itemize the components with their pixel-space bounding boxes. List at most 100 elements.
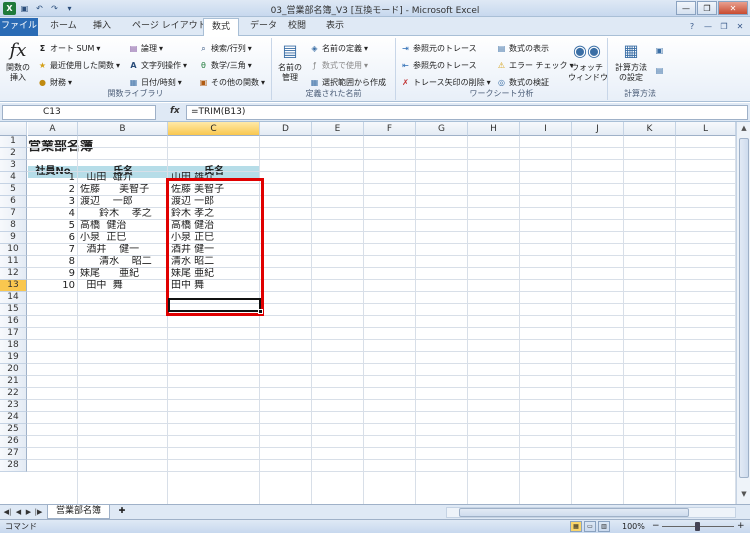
column-header-b[interactable]: B (78, 122, 168, 136)
cell-employee-no[interactable]: 2 (28, 184, 78, 196)
row-header-16[interactable]: 16 (0, 316, 27, 328)
tab-insert[interactable]: 挿入 (85, 18, 119, 36)
zoom-level[interactable]: 100% (622, 520, 645, 533)
cell-employee-no[interactable]: 6 (28, 232, 78, 244)
cell-name-raw[interactable]: 渡辺 一郎 (80, 196, 168, 208)
column-header-k[interactable]: K (624, 122, 676, 136)
tab-formulas[interactable]: 数式 (203, 18, 240, 36)
next-sheet-icon[interactable]: ▶ (24, 507, 33, 518)
row-header-23[interactable]: 23 (0, 400, 27, 412)
cell-employee-no[interactable]: 9 (28, 268, 78, 280)
cell-name-raw[interactable]: 田中 舞 (80, 280, 168, 292)
row-header-3[interactable]: 3 (0, 160, 27, 172)
fill-handle[interactable] (258, 309, 263, 314)
row-header-14[interactable]: 14 (0, 292, 27, 304)
row-header-28[interactable]: 28 (0, 460, 27, 472)
row-header-17[interactable]: 17 (0, 328, 27, 340)
row-header-20[interactable]: 20 (0, 364, 27, 376)
row-header-18[interactable]: 18 (0, 340, 27, 352)
calculate-sheet-button[interactable]: ▤ (654, 64, 665, 77)
zoom-out-icon[interactable]: − (652, 520, 660, 533)
recent-functions-button[interactable]: ★ 最近使用した関数 ▾ (37, 59, 120, 72)
cell-name-raw[interactable]: 酒井 健一 (80, 244, 168, 256)
first-sheet-icon[interactable]: ◀| (3, 507, 12, 518)
column-header-e[interactable]: E (312, 122, 364, 136)
insert-sheet-icon[interactable]: ✚ (114, 506, 130, 518)
row-header-10[interactable]: 10 (0, 244, 27, 256)
row-header-15[interactable]: 15 (0, 304, 27, 316)
cell-name-raw[interactable]: 妹尾 亜紀 (80, 268, 168, 280)
column-header-d[interactable]: D (260, 122, 312, 136)
vertical-scrollbar[interactable]: ▲ ▼ (736, 122, 750, 504)
column-header-h[interactable]: H (468, 122, 520, 136)
cell-name-raw[interactable]: 佐藤 美智子 (80, 184, 168, 196)
sheet-tab-active[interactable]: 営業部名簿 (47, 505, 111, 519)
row-header-6[interactable]: 6 (0, 196, 27, 208)
active-cell-c13[interactable] (168, 298, 261, 312)
row-header-19[interactable]: 19 (0, 352, 27, 364)
select-all-corner[interactable] (0, 122, 27, 136)
column-header-j[interactable]: J (572, 122, 624, 136)
zoom-in-icon[interactable]: + (737, 520, 745, 533)
row-header-12[interactable]: 12 (0, 268, 27, 280)
math-trig-button[interactable]: θ 数学/三角 ▾ (198, 59, 252, 72)
name-manager-button[interactable]: ▤ 名前の 管理 (274, 40, 306, 83)
restore-workbook-icon[interactable]: ❐ (718, 20, 730, 32)
tab-data[interactable]: データ (242, 18, 285, 36)
row-header-22[interactable]: 22 (0, 388, 27, 400)
cell-name-raw[interactable]: 山田 雄介 (80, 172, 168, 184)
last-sheet-icon[interactable]: |▶ (34, 507, 43, 518)
cell-name-raw[interactable]: 鈴木 孝之 (80, 208, 168, 220)
calculation-options-button[interactable]: ▦ 計算方法 の設定 (612, 40, 650, 83)
define-name-button[interactable]: ◈ 名前の定義 ▾ (309, 42, 368, 55)
cell-employee-no[interactable]: 8 (28, 256, 78, 268)
cell-employee-no[interactable]: 3 (28, 196, 78, 208)
fx-button[interactable]: fx (170, 106, 180, 116)
row-header-21[interactable]: 21 (0, 376, 27, 388)
trace-dependents-button[interactable]: ⇤ 参照先のトレース (400, 59, 476, 72)
cell-name-raw[interactable]: 高橋 健治 (80, 220, 168, 232)
row-header-13[interactable]: 13 (0, 280, 27, 292)
column-header-l[interactable]: L (676, 122, 736, 136)
close-workbook-icon[interactable]: ✕ (734, 20, 746, 32)
autosum-button[interactable]: Σ オート SUM ▾ (37, 42, 101, 55)
cell-name-raw[interactable]: 清水 昭二 (80, 256, 168, 268)
row-header-9[interactable]: 9 (0, 232, 27, 244)
logical-button[interactable]: ▤ 論理 ▾ (128, 42, 163, 55)
scroll-down-icon[interactable]: ▼ (738, 490, 750, 502)
cell-employee-no[interactable]: 4 (28, 208, 78, 220)
row-header-25[interactable]: 25 (0, 424, 27, 436)
text-functions-button[interactable]: A 文字列操作 ▾ (128, 59, 187, 72)
cell-employee-no[interactable]: 7 (28, 244, 78, 256)
vertical-scroll-thumb[interactable] (739, 138, 749, 478)
close-button[interactable]: ✕ (718, 1, 748, 15)
error-checking-button[interactable]: ⚠ エラー チェック ▾ (496, 59, 574, 72)
page-layout-view-icon[interactable]: ▭ (584, 521, 596, 532)
trace-precedents-button[interactable]: ⇥ 参照元のトレース (400, 42, 476, 55)
calculate-now-button[interactable]: ▣ (654, 44, 665, 57)
cell-employee-no[interactable]: 1 (28, 172, 78, 184)
tab-home[interactable]: ホーム (42, 18, 85, 36)
cell-employee-no[interactable]: 10 (28, 280, 78, 292)
horizontal-scroll-thumb[interactable] (459, 508, 689, 517)
zoom-slider-knob[interactable] (695, 522, 700, 531)
row-header-7[interactable]: 7 (0, 208, 27, 220)
prev-sheet-icon[interactable]: ◀ (14, 507, 23, 518)
normal-view-icon[interactable]: ▦ (570, 521, 582, 532)
help-icon[interactable]: ? (686, 20, 698, 32)
horizontal-scrollbar[interactable] (446, 507, 736, 518)
cell-name-raw[interactable]: 小泉 正巳 (80, 232, 168, 244)
column-header-i[interactable]: I (520, 122, 572, 136)
scroll-up-icon[interactable]: ▲ (738, 124, 750, 136)
lookup-reference-button[interactable]: ⌕ 検索/行列 ▾ (198, 42, 251, 55)
tab-view[interactable]: 表示 (318, 18, 352, 36)
column-header-a[interactable]: A (28, 122, 78, 136)
row-header-4[interactable]: 4 (0, 172, 27, 184)
page-break-view-icon[interactable]: ▥ (598, 521, 610, 532)
restore-button[interactable]: ❐ (697, 1, 717, 15)
minimize-ribbon-icon[interactable]: — (702, 20, 714, 32)
row-header-26[interactable]: 26 (0, 436, 27, 448)
insert-function-button[interactable]: fx 関数の 挿入 (2, 40, 34, 83)
minimize-button[interactable]: — (676, 1, 696, 15)
tab-file[interactable]: ファイル (0, 18, 38, 36)
